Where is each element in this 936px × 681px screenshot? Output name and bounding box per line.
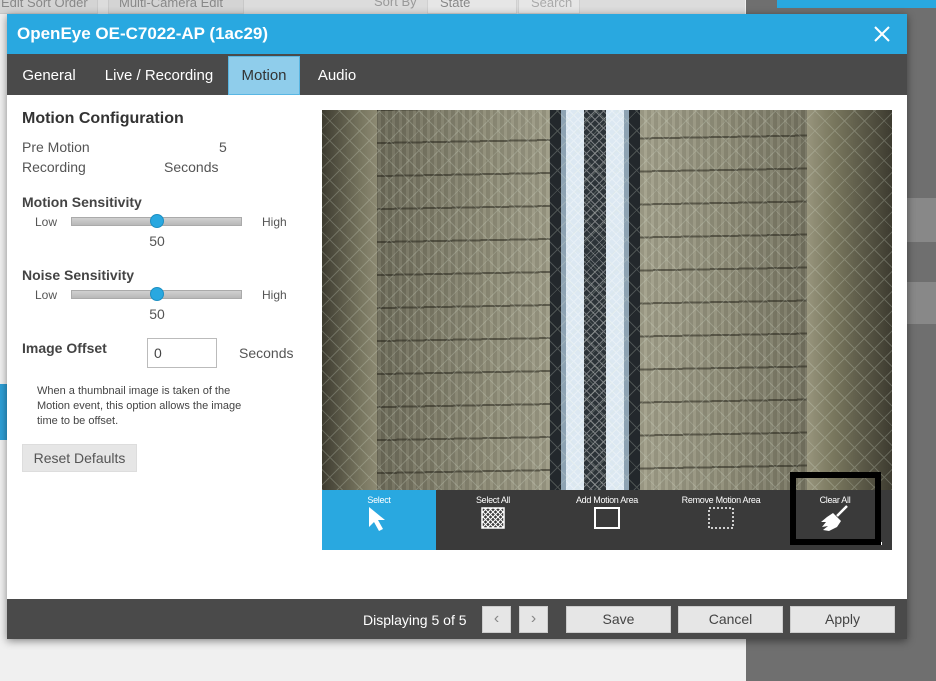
dialog-title: OpenEye OE-C7022-AP (1ac29) — [17, 24, 269, 43]
motion-sensitivity-high-label: High — [262, 215, 287, 229]
tab-bar: General Live / Recording Motion Audio — [7, 54, 907, 95]
paging-status: Displaying 5 of 5 — [363, 612, 467, 628]
broom-icon — [821, 505, 848, 531]
edit-sort-order-button: Edit Sort Order — [0, 0, 98, 14]
remove-motion-area-tool-label: Remove Motion Area — [681, 495, 761, 505]
remove-motion-area-tool[interactable]: Remove Motion Area — [664, 490, 778, 550]
background-left-accent — [0, 384, 7, 440]
noise-sensitivity-slider[interactable] — [71, 287, 242, 301]
noise-sensitivity-handle[interactable] — [149, 287, 164, 301]
noise-sensitivity-low-label: Low — [35, 288, 58, 302]
reset-defaults-button[interactable]: Reset Defaults — [22, 444, 137, 472]
apply-button[interactable]: Apply — [790, 606, 895, 633]
chevron-right-icon: › — [530, 610, 537, 627]
pre-motion-label: Pre Motion — [22, 139, 90, 155]
add-motion-area-tool[interactable]: Add Motion Area — [550, 490, 664, 550]
select-tool[interactable]: Select — [322, 490, 436, 550]
camera-preview[interactable] — [322, 110, 892, 490]
motion-config-heading: Motion Configuration — [22, 110, 184, 127]
select-tool-label: Select — [367, 495, 391, 505]
clear-all-tool[interactable]: Clear All — [778, 490, 892, 550]
motion-sensitivity-handle[interactable] — [149, 214, 164, 228]
image-offset-unit: Seconds — [239, 345, 294, 361]
noise-sensitivity-value: 50 — [149, 306, 165, 322]
background-accent-bar — [777, 0, 936, 8]
close-button[interactable] — [871, 23, 893, 45]
tab-audio[interactable]: Audio — [305, 56, 369, 95]
image-offset-input[interactable] — [147, 338, 217, 368]
sort-by-label: Sort By — [374, 0, 417, 9]
tab-general[interactable]: General — [10, 56, 88, 95]
tab-motion[interactable]: Motion — [228, 56, 300, 95]
cancel-button[interactable]: Cancel — [678, 606, 783, 633]
save-button[interactable]: Save — [566, 606, 671, 633]
noise-sensitivity-label: Noise Sensitivity — [22, 267, 135, 283]
select-all-grid-icon — [481, 507, 505, 529]
motion-sensitivity-label: Motion Sensitivity — [22, 194, 142, 210]
dashed-rectangle-icon — [708, 507, 734, 529]
pre-motion-value: 5 — [219, 139, 227, 155]
sort-by-select: State — [427, 0, 517, 14]
arrow-pointer-icon — [369, 507, 385, 531]
select-all-tool[interactable]: Select All — [436, 490, 550, 550]
chevron-left-icon: ‹ — [493, 610, 500, 627]
background-row — [907, 198, 936, 242]
tab-live-recording[interactable]: Live / Recording — [95, 56, 223, 95]
next-page-button[interactable]: › — [519, 606, 548, 633]
camera-settings-dialog: OpenEye OE-C7022-AP (1ac29) General Live… — [7, 14, 907, 639]
background-toolbar: Edit Sort Order Multi-Camera Edit Sort B… — [0, 0, 745, 14]
motion-sensitivity-slider[interactable] — [71, 214, 242, 228]
search-input: Search — [518, 0, 580, 14]
multi-camera-edit-button: Multi-Camera Edit — [108, 0, 244, 14]
dialog-titlebar: OpenEye OE-C7022-AP (1ac29) — [7, 14, 907, 54]
noise-sensitivity-high-label: High — [262, 288, 287, 302]
image-offset-label: Image Offset — [22, 340, 107, 356]
select-all-tool-label: Select All — [475, 495, 511, 505]
pre-motion-label-line2: Recording — [22, 159, 86, 175]
motion-area-toolbar: Select Select All Add Motion Area Remove… — [322, 490, 892, 550]
motion-area-grid-overlay — [322, 110, 892, 490]
add-motion-area-tool-label: Add Motion Area — [575, 495, 639, 505]
background-row — [907, 282, 936, 324]
clear-all-indicator — [827, 542, 882, 545]
previous-page-button[interactable]: ‹ — [482, 606, 511, 633]
motion-sensitivity-low-label: Low — [35, 215, 58, 229]
add-rectangle-icon — [594, 507, 620, 529]
close-icon — [874, 26, 890, 42]
dialog-footer: Displaying 5 of 5 ‹ › Save Cancel Apply — [7, 599, 907, 639]
pre-motion-unit: Seconds — [164, 159, 219, 175]
motion-sensitivity-value: 50 — [149, 233, 165, 249]
image-offset-description: When a thumbnail image is taken of the M… — [37, 385, 242, 427]
